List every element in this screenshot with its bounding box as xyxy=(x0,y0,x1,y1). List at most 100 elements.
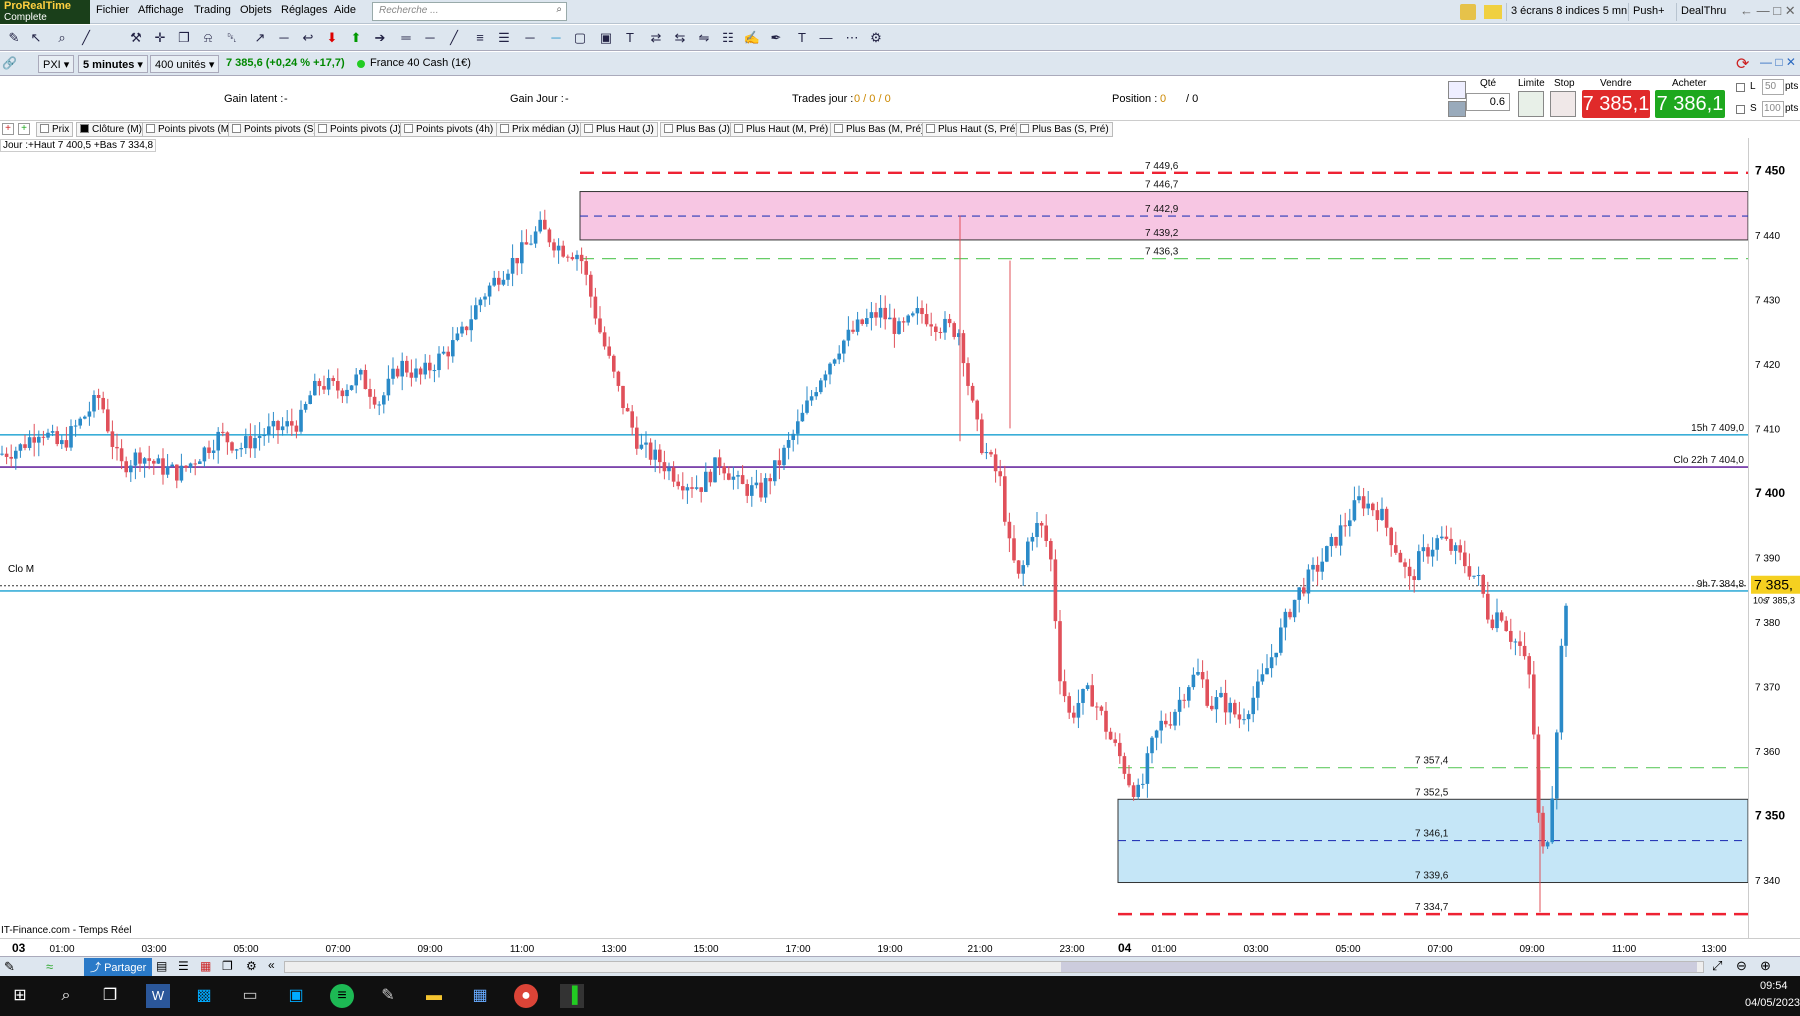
message-icon[interactable] xyxy=(1484,5,1502,19)
s-input[interactable]: 100 xyxy=(1762,101,1784,117)
menu-aide[interactable]: Aide xyxy=(334,4,356,16)
line-purple-icon[interactable]: ─ xyxy=(520,28,540,48)
segment-icon[interactable]: ─ xyxy=(274,28,294,48)
legend-item[interactable]: Plus Bas (M, Pré) xyxy=(830,122,929,137)
chrome-icon[interactable]: ● xyxy=(514,984,538,1008)
calculator-icon[interactable] xyxy=(1448,101,1466,117)
push-button[interactable]: Push+ xyxy=(1628,3,1669,21)
arrow-down-icon[interactable]: ⬇ xyxy=(322,28,342,48)
legend-checkbox[interactable] xyxy=(926,124,935,133)
rectangle-icon[interactable]: ▢ xyxy=(570,28,590,48)
spotify-icon[interactable]: ≡ xyxy=(330,984,354,1008)
menu-trading[interactable]: Trading xyxy=(194,4,231,16)
price-axis[interactable]: 7 340 7 350 7 360 7 370 7 380 7 390 7 400 7 410… xyxy=(1748,138,1800,940)
legend-checkbox[interactable] xyxy=(664,124,673,133)
line-blue-icon[interactable]: ─ xyxy=(546,28,566,48)
search-input[interactable]: Recherche ... ⌕ xyxy=(372,2,567,21)
search-taskbar-icon[interactable]: ⌕ xyxy=(54,984,78,1008)
text-box-icon[interactable]: T xyxy=(792,28,812,48)
dash-icon[interactable]: — xyxy=(816,28,836,48)
wrench-icon[interactable] xyxy=(1448,81,1466,99)
refresh-icon[interactable]: ⟳ xyxy=(1736,54,1749,74)
l-checkbox[interactable] xyxy=(1736,83,1745,92)
tools-icon[interactable]: ⚒ xyxy=(126,28,146,48)
legend-checkbox[interactable] xyxy=(80,124,89,133)
cursor-icon[interactable]: ↖ xyxy=(26,28,46,48)
price-chart[interactable]: 7 449,6 7 446,7 7 442,9 7 439,2 7 436,3 7 357… xyxy=(0,138,1748,940)
legend-item[interactable]: Points pivots (S) xyxy=(228,122,321,137)
buy-button[interactable]: 7 386,1 xyxy=(1655,90,1725,118)
instrument-dropdown[interactable]: PXI ▾ xyxy=(38,55,75,73)
qty-input[interactable]: 0.6 xyxy=(1466,93,1510,111)
l-input[interactable]: 50 xyxy=(1762,79,1784,95)
link-icon[interactable]: 🔗 xyxy=(2,56,17,70)
alert-icon[interactable] xyxy=(1460,4,1476,20)
legend-item[interactable]: Points pivots (4h) xyxy=(400,122,498,137)
layout-icon[interactable]: ▤ xyxy=(156,959,167,973)
legend-checkbox[interactable] xyxy=(734,124,743,133)
trash-icon[interactable]: ␡ xyxy=(222,28,242,48)
menu-fichier[interactable]: Fichier xyxy=(96,4,129,16)
legend-checkbox[interactable] xyxy=(404,124,413,133)
menu-objets[interactable]: Objets xyxy=(240,4,272,16)
zoom-icon[interactable]: ⌕ xyxy=(52,28,72,48)
sell-button[interactable]: 7 385,1 xyxy=(1582,90,1650,118)
window-controls-icon[interactable]: ← — □ ✕ xyxy=(1740,3,1796,19)
shopping-icon[interactable]: ▣ xyxy=(284,984,308,1008)
legend-item[interactable]: Points pivots (J) xyxy=(314,122,406,137)
arrow-link-icon[interactable]: ↩ xyxy=(298,28,318,48)
stop-order-button[interactable] xyxy=(1550,91,1576,117)
calculator-taskbar-icon[interactable]: ▦ xyxy=(468,984,492,1008)
settings-icon[interactable]: ⚙ xyxy=(866,28,886,48)
units-dropdown[interactable]: 400 unités ▾ xyxy=(150,55,220,73)
draw-mode-icon[interactable]: ✎ xyxy=(4,959,15,975)
legend-checkbox[interactable] xyxy=(232,124,241,133)
chart-type-icon[interactable]: ≈ xyxy=(46,959,53,974)
legend-checkbox[interactable] xyxy=(584,124,593,133)
add-indicator2-icon[interactable]: + xyxy=(18,123,30,135)
trendline-icon[interactable]: ↗ xyxy=(250,28,270,48)
diagonal-line-icon[interactable]: ╱ xyxy=(444,28,464,48)
zoom-fit-icon[interactable]: ⤢ xyxy=(1712,958,1722,974)
time-axis[interactable]: 03 01:00 03:00 05:00 07:00 09:00 11:00 13:00 15:… xyxy=(0,938,1800,956)
legend-checkbox[interactable] xyxy=(40,124,49,133)
legend-checkbox[interactable] xyxy=(318,124,327,133)
legend-checkbox[interactable] xyxy=(500,124,509,133)
legend-checkbox[interactable] xyxy=(146,124,155,133)
grid-icon[interactable]: ☷ xyxy=(718,28,738,48)
brush-icon[interactable]: ✒ xyxy=(766,28,786,48)
channel-icon[interactable]: ≡ xyxy=(470,28,490,48)
pencil-icon[interactable]: ✎ xyxy=(4,28,24,48)
folder-icon[interactable]: ▬ xyxy=(422,984,446,1008)
menu-affichage[interactable]: Affichage xyxy=(138,4,184,16)
limit-order-button[interactable] xyxy=(1518,91,1544,117)
legend-item[interactable]: Points pivots (M) xyxy=(142,122,237,137)
legend-item[interactable]: Plus Haut (M, Pré) xyxy=(730,122,833,137)
image-icon[interactable]: ▣ xyxy=(596,28,616,48)
zoom-out-icon[interactable]: ⊖ xyxy=(1736,958,1747,974)
legend-item[interactable]: Plus Haut (S, Pré) xyxy=(922,122,1023,137)
plugin-icon[interactable]: ⚙ xyxy=(246,959,257,973)
pattern-icon[interactable]: ⋯ xyxy=(842,28,862,48)
add-indicator-icon[interactable]: + xyxy=(2,123,14,135)
ruler-icon[interactable]: ╱ xyxy=(76,28,96,48)
hline-icon[interactable]: ═ xyxy=(396,28,416,48)
list-icon[interactable]: ☰ xyxy=(178,959,189,973)
prorealtime-icon[interactable]: ▐ xyxy=(560,984,584,1008)
arrow-right-icon[interactable]: ➔ xyxy=(370,28,390,48)
paint-icon[interactable]: ✎ xyxy=(376,984,400,1008)
measure-icon[interactable]: ⇆ xyxy=(670,28,690,48)
zoom-in-icon[interactable]: ⊕ xyxy=(1760,958,1771,974)
search-icon[interactable]: ⌕ xyxy=(556,4,562,15)
share-button[interactable]: ⤴ Partager xyxy=(84,958,153,976)
store-icon[interactable]: ▩ xyxy=(192,984,216,1008)
legend-item[interactable]: Plus Bas (J) xyxy=(660,122,734,137)
collapse-icon[interactable]: « xyxy=(268,958,275,972)
bell-icon[interactable]: ⍾ xyxy=(198,28,218,48)
pen-line-icon[interactable]: ✍ xyxy=(742,28,762,48)
screens-selector[interactable]: 3 écrans 8 indices 5 mn xyxy=(1506,3,1631,21)
scrollbar-thumb[interactable] xyxy=(1061,962,1697,972)
legend-item[interactable]: Plus Haut (J) xyxy=(580,122,658,137)
dealthru-button[interactable]: DealThru xyxy=(1676,3,1730,21)
word-icon[interactable]: W xyxy=(146,984,170,1008)
